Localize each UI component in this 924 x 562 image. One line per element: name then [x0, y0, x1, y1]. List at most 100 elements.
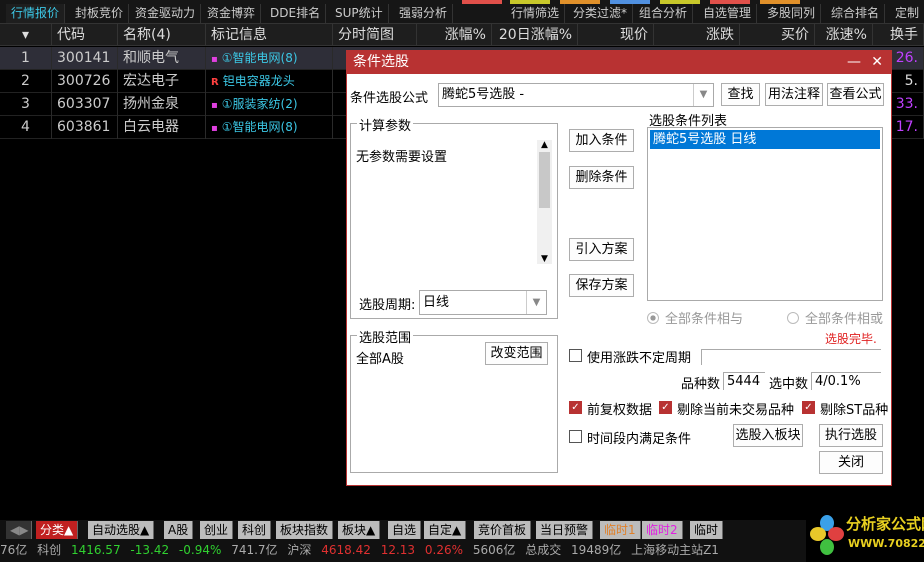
period-label: 选股周期: [359, 298, 416, 313]
btab-watchlist[interactable]: 自选 [388, 521, 422, 539]
close-icon[interactable]: ✕ [871, 51, 883, 74]
btab-temp1[interactable]: 临时1 [600, 521, 641, 539]
col-turnover[interactable]: 换手 [873, 24, 924, 46]
logo-url: WWW.70822.COM [848, 537, 924, 550]
row-number: 3 [0, 93, 52, 116]
tab-combo[interactable]: 组合分析 [634, 4, 694, 23]
btab-a-share[interactable]: A股 [164, 521, 194, 539]
tab-fund-drive[interactable]: 资金驱动力 [130, 4, 202, 23]
tab-dde[interactable]: DDE排名 [265, 4, 327, 23]
hs-change: 12.13 [380, 543, 416, 557]
period-input[interactable] [701, 349, 881, 365]
use-period-checkbox[interactable] [569, 349, 582, 362]
stock-code: 603861 [52, 116, 118, 139]
star-volume: 741.7亿 [231, 543, 278, 557]
add-to-block-button[interactable]: 选股入板块 [733, 424, 803, 447]
col-20d[interactable]: 20日涨幅% [492, 24, 578, 46]
use-period-label: 使用涨跌不定周期 [587, 351, 692, 366]
delete-condition-button[interactable]: 删除条件 [569, 166, 634, 189]
dialog-title-bar[interactable]: 条件选股 — ✕ [347, 51, 891, 74]
btab-auto-screen[interactable]: 自动选股▲ [88, 521, 155, 539]
selected-label: 选中数 [769, 377, 809, 392]
close-button[interactable]: 关闭 [819, 451, 883, 474]
tab-multi[interactable]: 多股同列 [762, 4, 822, 23]
add-condition-button[interactable]: 加入条件 [569, 129, 634, 152]
btab-custom[interactable]: 自定▲ [424, 521, 467, 539]
btab-sector[interactable]: 板块▲ [338, 521, 381, 539]
col-change[interactable]: 涨跌 [654, 24, 740, 46]
condition-list-item[interactable]: 腾蛇5号选股 日线 [650, 130, 880, 149]
selected-value: 4/0.1% [811, 372, 881, 390]
btab-category[interactable]: 分类▲ [36, 521, 79, 539]
time-range-checkbox[interactable] [569, 430, 582, 443]
stock-name: 宏达电子 [118, 70, 206, 93]
mark-icon: ▪ [211, 54, 218, 65]
adjust-checkbox[interactable]: ✓ [569, 401, 582, 414]
btab-star[interactable]: 科创 [238, 521, 272, 539]
col-speed[interactable]: 涨速% [815, 24, 873, 46]
stock-name: 和顺电气 [118, 47, 206, 70]
count-value: 5444 [723, 372, 765, 390]
tab-fund-game[interactable]: 资金博弈 [202, 4, 262, 23]
tab-watchlist[interactable]: 自选管理 [698, 4, 758, 23]
btab-chinext[interactable]: 创业 [200, 521, 234, 539]
find-button[interactable]: 查找 [721, 83, 760, 106]
scroll-arrows-icon[interactable]: ◀▶ [6, 521, 32, 539]
range-group-label: 选股范围 [357, 327, 414, 346]
total-volume: 19489亿 [571, 543, 622, 557]
tab-ranking[interactable]: 综合排名 [826, 4, 886, 23]
exclude-st-checkbox[interactable]: ✓ [802, 401, 815, 414]
hs-index: 4618.42 [321, 543, 371, 557]
radio-or-label: 全部条件相或 [805, 312, 884, 327]
import-plan-button[interactable]: 引入方案 [569, 238, 634, 261]
flower-logo-icon [810, 515, 844, 555]
time-range-label: 时间段内满足条件 [587, 432, 692, 447]
params-group-label: 计算参数 [357, 115, 414, 134]
tab-strength[interactable]: 强弱分析 [394, 4, 454, 23]
count-label: 品种数 [681, 377, 721, 392]
exclude-nontrade-checkbox[interactable]: ✓ [659, 401, 672, 414]
radio-all-and[interactable]: 全部条件相与 [647, 308, 743, 327]
col-name[interactable]: 名称(4) [118, 24, 206, 46]
btab-temp[interactable]: 临时 [690, 521, 724, 539]
radio-all-or[interactable]: 全部条件相或 [787, 308, 883, 327]
usage-button[interactable]: 用法注释 [765, 83, 823, 106]
chevron-down-icon[interactable]: ▼ [526, 291, 546, 314]
status-bar: 76亿 科创 1416.57 -13.42 -0.94% 741.7亿 沪深 4… [0, 540, 806, 562]
col-price[interactable]: 现价 [578, 24, 654, 46]
hs-volume: 5606亿 [472, 543, 516, 557]
col-code[interactable]: 代码 [52, 24, 118, 46]
tab-limit-auction[interactable]: 封板竞价 [70, 4, 130, 23]
sort-arrow-icon[interactable]: ▾ [0, 24, 52, 46]
minimize-icon[interactable]: — [847, 51, 861, 74]
col-chart[interactable]: 分时简图 [333, 24, 417, 46]
formula-combo[interactable]: 腾蛇5号选股 - ▼ [438, 83, 714, 107]
range-value: 全部A股 [356, 352, 404, 367]
col-change-pct[interactable]: 涨幅% [417, 24, 492, 46]
save-plan-button[interactable]: 保存方案 [569, 274, 634, 297]
chevron-down-icon[interactable]: ▼ [693, 84, 713, 106]
change-range-button[interactable]: 改变范围 [485, 342, 548, 365]
col-bid[interactable]: 买价 [740, 24, 815, 46]
btab-temp2[interactable]: 临时2 [642, 521, 683, 539]
condition-screen-dialog: 条件选股 — ✕ 条件选股公式 腾蛇5号选股 - ▼ 查找 用法注释 查看公式 … [346, 50, 892, 486]
run-screen-button[interactable]: 执行选股 [819, 424, 883, 447]
server-name[interactable]: 上海移动主站Z1 [631, 543, 719, 557]
row-number: 4 [0, 116, 52, 139]
tab-sup[interactable]: SUP统计 [330, 4, 389, 23]
btab-sector-index[interactable]: 板块指数 [276, 521, 334, 539]
period-select[interactable]: 日线 ▼ [419, 290, 547, 315]
tab-filter[interactable]: 行情筛选 [506, 4, 566, 23]
params-scrollbar[interactable]: ▲ ▼ [537, 140, 552, 264]
btab-alerts[interactable]: 当日预警 [536, 521, 594, 539]
tab-category-filter[interactable]: 分类过滤* [568, 4, 634, 23]
btab-auction-first[interactable]: 竞价首板 [474, 521, 532, 539]
logo-title: 分析家公式网 [846, 515, 924, 533]
col-tag[interactable]: 标记信息 [206, 24, 333, 46]
formula-label: 条件选股公式 [350, 91, 429, 106]
total-label: 总成交 [525, 543, 562, 557]
view-formula-button[interactable]: 查看公式 [827, 83, 884, 106]
condition-list[interactable]: 腾蛇5号选股 日线 [647, 127, 883, 301]
tab-quotes[interactable]: 行情报价 [6, 4, 66, 23]
tab-custom[interactable]: 定制 [890, 4, 924, 23]
